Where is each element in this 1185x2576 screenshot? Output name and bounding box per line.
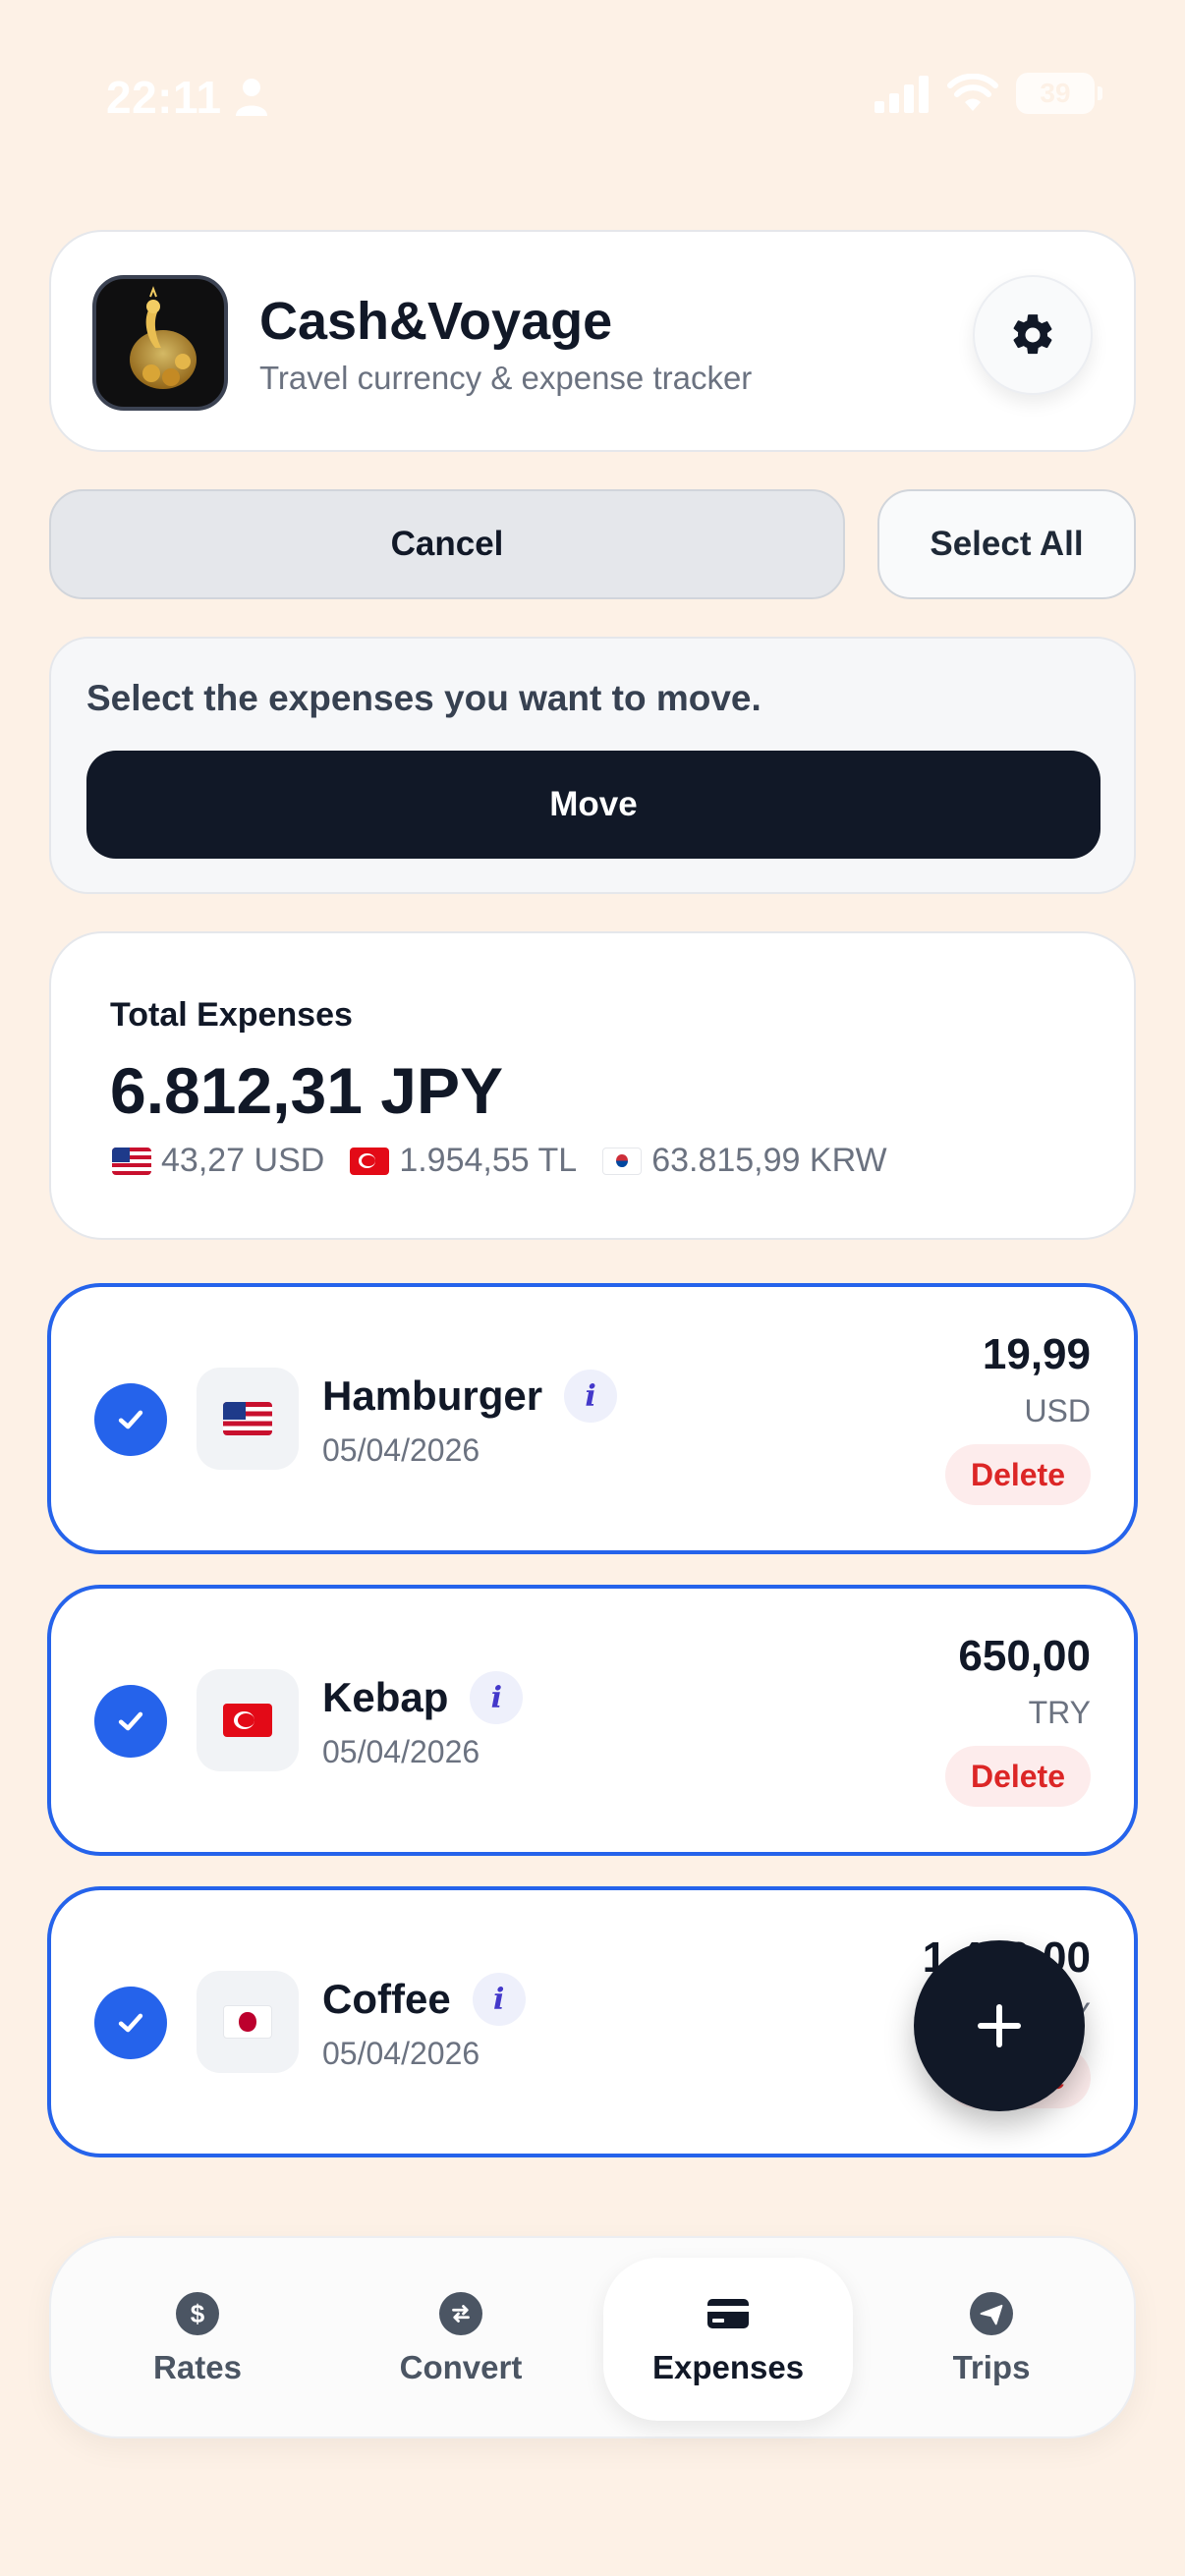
nav-label: Rates <box>153 2349 242 2385</box>
us-flag-icon <box>223 1402 272 1435</box>
status-time: 22:11 <box>106 72 222 123</box>
app-header: Cash&Voyage Travel currency & expense tr… <box>49 230 1136 452</box>
conversion-tl: 1.954,55 TL <box>350 1142 577 1180</box>
status-bar: 22:11 39 <box>0 0 1185 196</box>
info-icon[interactable]: i <box>470 1671 524 1724</box>
bottom-nav: $ Rates Convert Expenses Trips <box>49 2236 1136 2438</box>
selected-checkbox[interactable] <box>94 1383 167 1456</box>
expense-name: Coffee i <box>322 1973 526 2026</box>
checkmark-icon <box>118 2013 143 2033</box>
expense-date: 05/04/2026 <box>322 1734 480 1769</box>
convert-icon <box>439 2292 482 2335</box>
move-button[interactable]: Move <box>86 751 1100 859</box>
status-indicators: 39 <box>875 73 1102 114</box>
peacock-logo-icon <box>92 275 228 411</box>
nav-label: Convert <box>399 2349 523 2385</box>
currency-flag <box>197 1368 299 1470</box>
total-label: Total Expenses <box>110 996 353 1034</box>
expense-name-label: Coffee <box>322 1976 451 2022</box>
tr-flag-icon <box>223 1704 272 1737</box>
nav-tab-expenses[interactable]: Expenses <box>603 2258 853 2421</box>
nav-label: Trips <box>952 2349 1031 2385</box>
app-subtitle: Travel currency & expense tracker <box>259 360 753 396</box>
conversion-usd: 43,27 USD <box>112 1142 324 1180</box>
info-icon[interactable]: i <box>472 1973 526 2026</box>
move-panel: Select the expenses you want to move. Mo… <box>49 637 1136 894</box>
nav-tab-convert[interactable]: Convert <box>336 2258 586 2421</box>
app-title: Cash&Voyage <box>259 292 613 351</box>
signal-icon <box>875 76 929 113</box>
checkmark-icon <box>118 1410 143 1429</box>
kr-flag-icon <box>602 1147 643 1175</box>
currency-flag <box>197 1669 299 1771</box>
total-amount: 6.812,31 JPY <box>110 1054 503 1127</box>
conversion-value: 43,27 USD <box>161 1142 325 1179</box>
wifi-icon <box>947 74 998 111</box>
expense-row[interactable]: Hamburger i 05/04/2026 19,99 USD Delete <box>47 1283 1138 1554</box>
expense-name-label: Kebap <box>322 1674 449 1720</box>
battery-level: 39 <box>1040 78 1071 108</box>
total-expenses-card: Total Expenses 6.812,31 JPY 43,27 USD 1.… <box>49 931 1136 1240</box>
checkmark-icon <box>118 1711 143 1731</box>
expense-currency: TRY <box>1028 1695 1091 1730</box>
tr-flag-icon <box>350 1147 390 1175</box>
currency-flag <box>197 1971 299 2073</box>
settings-button[interactable] <box>973 275 1093 395</box>
battery-icon: 39 <box>1016 73 1102 114</box>
selected-checkbox[interactable] <box>94 1685 167 1758</box>
total-conversions: 43,27 USD 1.954,55 TL 63.815,99 KRW <box>112 1142 887 1180</box>
conversion-value: 63.815,99 KRW <box>651 1142 887 1179</box>
info-icon[interactable]: i <box>564 1370 618 1423</box>
expense-row[interactable]: Kebap i 05/04/2026 650,00 TRY Delete <box>47 1585 1138 1856</box>
gear-icon <box>1013 314 1052 355</box>
person-icon <box>236 79 267 116</box>
expense-amount: 650,00 <box>958 1632 1091 1680</box>
move-hint: Select the expenses you want to move. <box>86 678 762 718</box>
conversion-value: 1.954,55 TL <box>399 1142 578 1179</box>
plane-icon <box>970 2292 1013 2335</box>
expense-currency: USD <box>1024 1393 1091 1428</box>
conversion-krw: 63.815,99 KRW <box>602 1142 887 1180</box>
jp-flag-icon <box>223 2005 272 2039</box>
delete-button[interactable]: Delete <box>944 1746 1091 1807</box>
nav-tab-rates[interactable]: $ Rates <box>73 2258 322 2421</box>
nav-tab-trips[interactable]: Trips <box>867 2258 1116 2421</box>
nav-label: Expenses <box>651 2349 805 2385</box>
expense-date: 05/04/2026 <box>322 2036 480 2071</box>
delete-button[interactable]: Delete <box>944 1444 1091 1505</box>
expense-name: Hamburger i <box>322 1370 618 1423</box>
expense-name-label: Hamburger <box>322 1372 543 1419</box>
cancel-button[interactable]: Cancel <box>49 489 845 599</box>
expense-date: 05/04/2026 <box>322 1432 480 1468</box>
expense-name: Kebap i <box>322 1671 524 1724</box>
add-expense-button[interactable] <box>914 1940 1085 2111</box>
dollar-icon: $ <box>176 2292 219 2335</box>
plus-icon <box>978 2004 1021 2047</box>
card-icon <box>706 2292 750 2335</box>
select-all-button[interactable]: Select All <box>877 489 1136 599</box>
us-flag-icon <box>112 1147 151 1175</box>
selected-checkbox[interactable] <box>94 1987 167 2059</box>
expense-amount: 19,99 <box>982 1330 1091 1378</box>
